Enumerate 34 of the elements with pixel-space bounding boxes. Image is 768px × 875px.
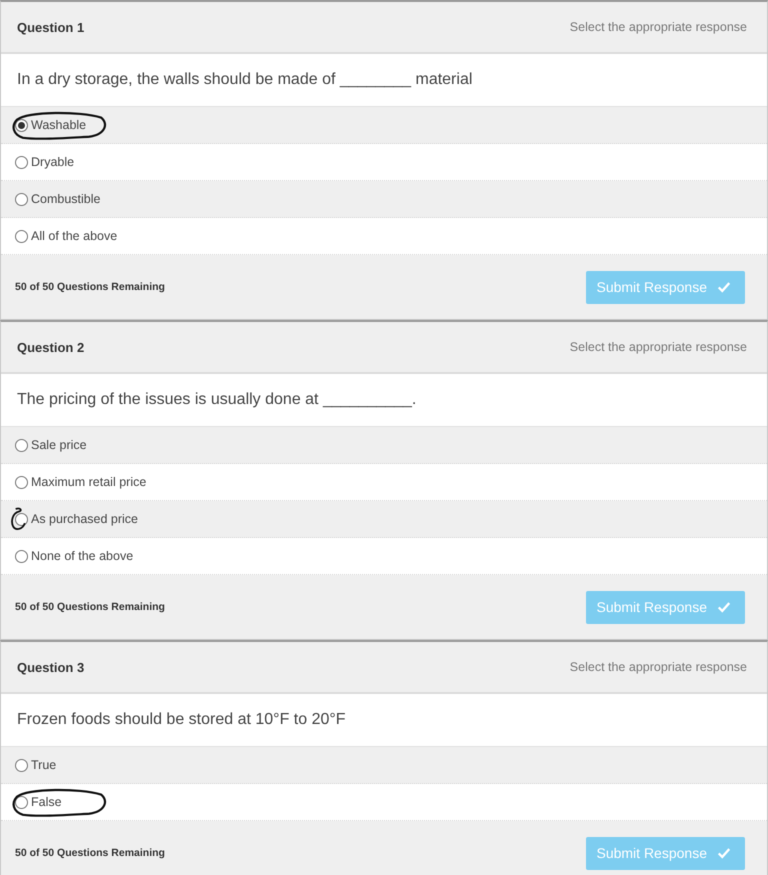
radio-button[interactable] (15, 512, 28, 526)
radio-button[interactable] (15, 438, 28, 452)
question-title: Question 2 (17, 340, 84, 354)
question-title: Question 3 (17, 660, 84, 674)
check-icon (717, 280, 731, 294)
radio-button[interactable] (15, 192, 28, 206)
option-label[interactable]: Maximum retail price (31, 475, 146, 489)
option-label[interactable]: Combustible (31, 192, 100, 206)
radio-button[interactable] (15, 118, 28, 132)
question-text: Frozen foods should be stored at 10°F to 20°F (1, 694, 767, 747)
option-label[interactable]: Sale price (31, 438, 87, 452)
option-label[interactable]: False (31, 795, 62, 809)
option-label[interactable]: All of the above (31, 229, 118, 243)
radio-button[interactable] (15, 758, 28, 772)
question-title: Question 1 (17, 20, 84, 34)
radio-button[interactable] (15, 550, 28, 562)
check-icon (717, 600, 731, 614)
option-label[interactable]: True (31, 758, 56, 772)
question-text: The pricing of the issues is usually done at __________. (1, 374, 767, 427)
option-label[interactable]: Dryable (31, 155, 74, 169)
remaining-count: 50 of 50 Questions Remaining (15, 847, 165, 859)
instruction-text: Select the appropriate response (570, 340, 747, 354)
instruction-text: Select the appropriate response (570, 660, 747, 674)
check-icon (717, 846, 731, 860)
remaining-count: 50 of 50 Questions Remaining (15, 601, 165, 613)
question-text: In a dry storage, the walls should be made of ________ material (1, 54, 767, 107)
radio-button[interactable] (15, 476, 28, 488)
remaining-count: 50 of 50 Questions Remaining (15, 281, 165, 293)
option-label[interactable]: None of the above (31, 549, 134, 563)
instruction-text: Select the appropriate response (570, 20, 747, 34)
radio-button[interactable] (15, 156, 28, 168)
option-label[interactable]: As purchased price (31, 512, 138, 526)
radio-button[interactable] (15, 230, 28, 242)
radio-button[interactable] (15, 796, 28, 808)
